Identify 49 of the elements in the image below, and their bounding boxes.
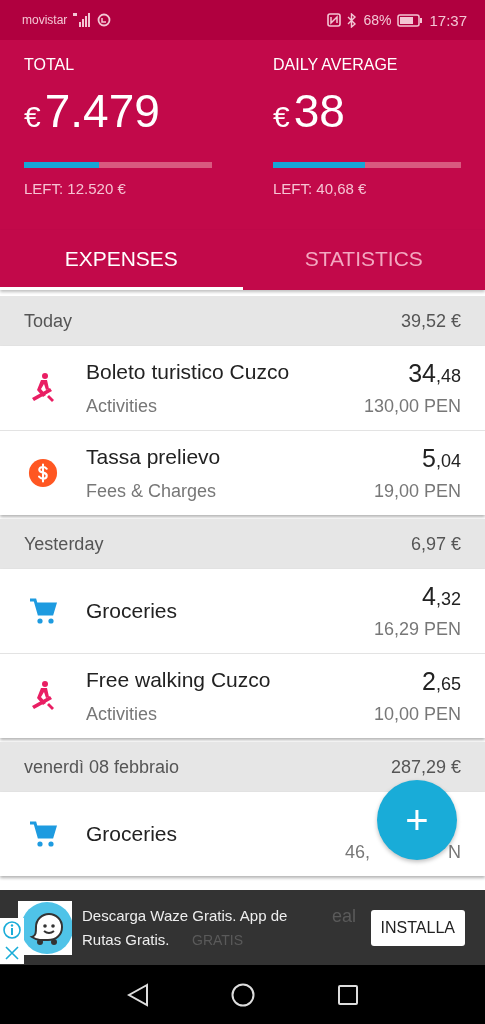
summary-amount: 38 [293, 84, 345, 138]
close-icon[interactable] [4, 945, 20, 961]
battery-icon [397, 13, 424, 27]
expense-category: Activities [86, 395, 158, 417]
summary-label: TOTAL [24, 56, 76, 75]
currency-symbol: € [273, 100, 290, 134]
original-amount: 10,00 PEN [373, 704, 461, 725]
rowing-figure-icon [30, 372, 56, 404]
battery-percent: 68% [363, 12, 392, 28]
day-total: 39,52 € [400, 310, 461, 332]
day-label: Today [24, 310, 73, 332]
ad-text: Descarga Waze Gratis. App de [82, 905, 288, 926]
currency-symbol: € [24, 100, 41, 134]
data-saver-icon [97, 13, 112, 27]
summary-amount: 7.479 [44, 84, 160, 138]
carrier-name: movistar [22, 13, 68, 27]
original-amount: 19,00 PEN [373, 481, 461, 502]
bluetooth-icon [347, 12, 358, 28]
clock-time: 17:37 [429, 11, 467, 29]
back-icon[interactable] [126, 982, 149, 1007]
original-amount: 130,00 PEN [363, 396, 461, 417]
day-total: 287,29 € [390, 756, 461, 778]
nfc-icon [327, 13, 342, 27]
expense-name: Free walking Cuzco [86, 667, 272, 692]
expense-category: Activities [86, 703, 158, 725]
shopping-cart-icon [28, 596, 58, 626]
recents-icon[interactable] [336, 983, 359, 1006]
expense-name: Groceries [86, 599, 179, 623]
install-button[interactable]: INSTALLA [370, 909, 465, 946]
shopping-cart-icon [28, 819, 58, 849]
remaining-amount: LEFT: 40,68 € [273, 180, 368, 197]
expense-name: Tassa prelievo [86, 444, 222, 469]
summary-label: DAILY AVERAGE [273, 56, 399, 75]
day-label: Yesterday [24, 533, 104, 555]
day-total: 6,97 € [410, 533, 461, 555]
tab[interactable]: STATISTICS [242, 230, 485, 290]
info-icon[interactable] [3, 921, 21, 939]
original-amount: 46, [344, 842, 370, 863]
day-label: venerdì 08 febbraio [24, 756, 180, 778]
home-icon[interactable] [230, 982, 255, 1007]
expense-name: Boleto turistico Cuzco [86, 359, 291, 384]
remaining-amount: LEFT: 12.520 € [24, 180, 127, 197]
expense-category: Fees & Charges [86, 480, 218, 502]
rowing-figure-icon [30, 680, 56, 712]
signal-icon [73, 13, 92, 27]
dollar-coin-icon [28, 457, 58, 489]
original-amount: 16,29 PEN [373, 619, 461, 640]
expense-name: Groceries [86, 822, 179, 846]
ad-text: Rutas Gratis. [82, 929, 170, 950]
